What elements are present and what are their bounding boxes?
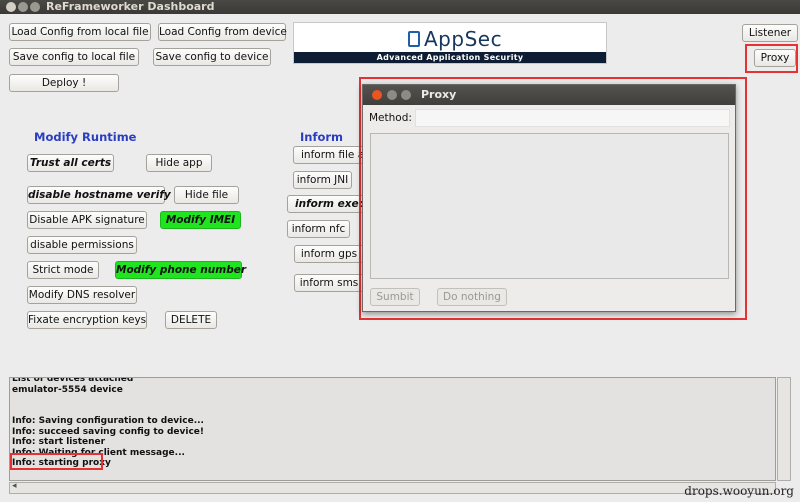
do-nothing-button[interactable]: Do nothing <box>437 288 507 306</box>
maximize-icon[interactable] <box>401 90 411 100</box>
hide-app-button[interactable]: Hide app <box>146 154 212 172</box>
load-config-device-button[interactable]: Load Config from device <box>158 23 287 41</box>
scroll-left-icon[interactable]: ◂ <box>12 481 17 491</box>
modify-phone-number-button[interactable]: Modify phone number <box>115 261 246 279</box>
modify-dns-resolver-button[interactable]: Modify DNS resolver <box>27 286 137 304</box>
hide-file-button[interactable]: Hide file <box>174 186 239 204</box>
log-line: List of devices attached <box>12 377 134 384</box>
log-vertical-scrollbar[interactable] <box>777 377 791 481</box>
log-panel[interactable]: List of devices attached emulator-5554 de… <box>9 377 776 481</box>
log-horizontal-scrollbar[interactable]: ◂ <box>9 481 776 494</box>
modify-imei-button[interactable]: Modify IMEI <box>160 211 241 229</box>
inform-sms-button[interactable]: inform sms <box>294 274 364 292</box>
minimize-icon[interactable] <box>387 90 397 100</box>
method-field[interactable] <box>415 109 730 127</box>
save-config-local-button[interactable]: Save config to local file <box>9 48 139 66</box>
deploy-button[interactable]: Deploy ! <box>9 74 119 92</box>
log-line: Info: starting proxy <box>12 458 111 468</box>
delete-button[interactable]: DELETE <box>165 311 217 329</box>
appsec-logo-mark-icon <box>408 31 420 47</box>
log-line: Info: Saving configuration to device... <box>12 416 204 426</box>
fixate-encryption-keys-button[interactable]: Fixate encryption keys <box>27 311 147 329</box>
proxy-dialog: Proxy Method: Sumbit Do nothing <box>362 84 736 312</box>
proxy-dialog-title: Proxy <box>421 88 457 101</box>
log-lines: List of devices attached emulator-5554 de… <box>10 377 775 469</box>
close-icon[interactable] <box>6 2 16 12</box>
inform-heading: Inform <box>300 130 344 144</box>
modify-runtime-heading: Modify Runtime <box>34 130 137 144</box>
logo-tagline: Advanced Application Security <box>294 52 606 63</box>
method-label: Method: <box>369 112 412 124</box>
inform-gps-button[interactable]: inform gps <box>294 245 364 263</box>
trust-all-certs-button[interactable]: Trust all certs <box>27 154 114 172</box>
window-titlebar: ReFrameworker Dashboard <box>0 0 800 14</box>
window-title: ReFrameworker Dashboard <box>46 0 215 13</box>
maximize-icon[interactable] <box>30 2 40 12</box>
log-line: Info: Waiting for client message... <box>12 447 185 458</box>
save-config-device-button[interactable]: Save config to device <box>153 48 271 66</box>
proxy-button[interactable]: Proxy <box>754 49 796 67</box>
proxy-content-area[interactable] <box>370 133 729 279</box>
inform-file-access-button[interactable]: inform file acc <box>293 146 365 164</box>
proxy-dialog-titlebar: Proxy <box>363 85 735 105</box>
inform-jni-button[interactable]: inform JNI <box>293 171 352 189</box>
log-highlight-box <box>10 453 103 470</box>
inform-nfc-button[interactable]: inform nfc <box>287 220 350 238</box>
close-icon[interactable] <box>372 90 382 100</box>
submit-button[interactable]: Sumbit <box>370 288 420 306</box>
strict-mode-button[interactable]: Strict mode <box>27 261 99 279</box>
listener-button[interactable]: Listener <box>742 24 798 42</box>
disable-apk-signature-button[interactable]: Disable APK signature <box>27 211 147 229</box>
inform-exec-button[interactable]: inform exec p <box>287 195 365 213</box>
load-config-local-button[interactable]: Load Config from local file <box>9 23 151 41</box>
log-line: emulator-5554 device <box>12 384 123 395</box>
minimize-icon[interactable] <box>18 2 28 12</box>
logo-brand: AppSec <box>424 27 503 51</box>
disable-hostname-verify-button[interactable]: disable hostname verify <box>27 186 171 204</box>
watermark: drops.wooyun.org <box>684 484 794 498</box>
appsec-logo: AppSec Advanced Application Security <box>293 22 607 64</box>
log-line: Info: succeed saving config to device! <box>12 426 205 437</box>
disable-permissions-button[interactable]: disable permissions <box>27 236 137 254</box>
log-line: Info: start listener <box>12 437 106 447</box>
